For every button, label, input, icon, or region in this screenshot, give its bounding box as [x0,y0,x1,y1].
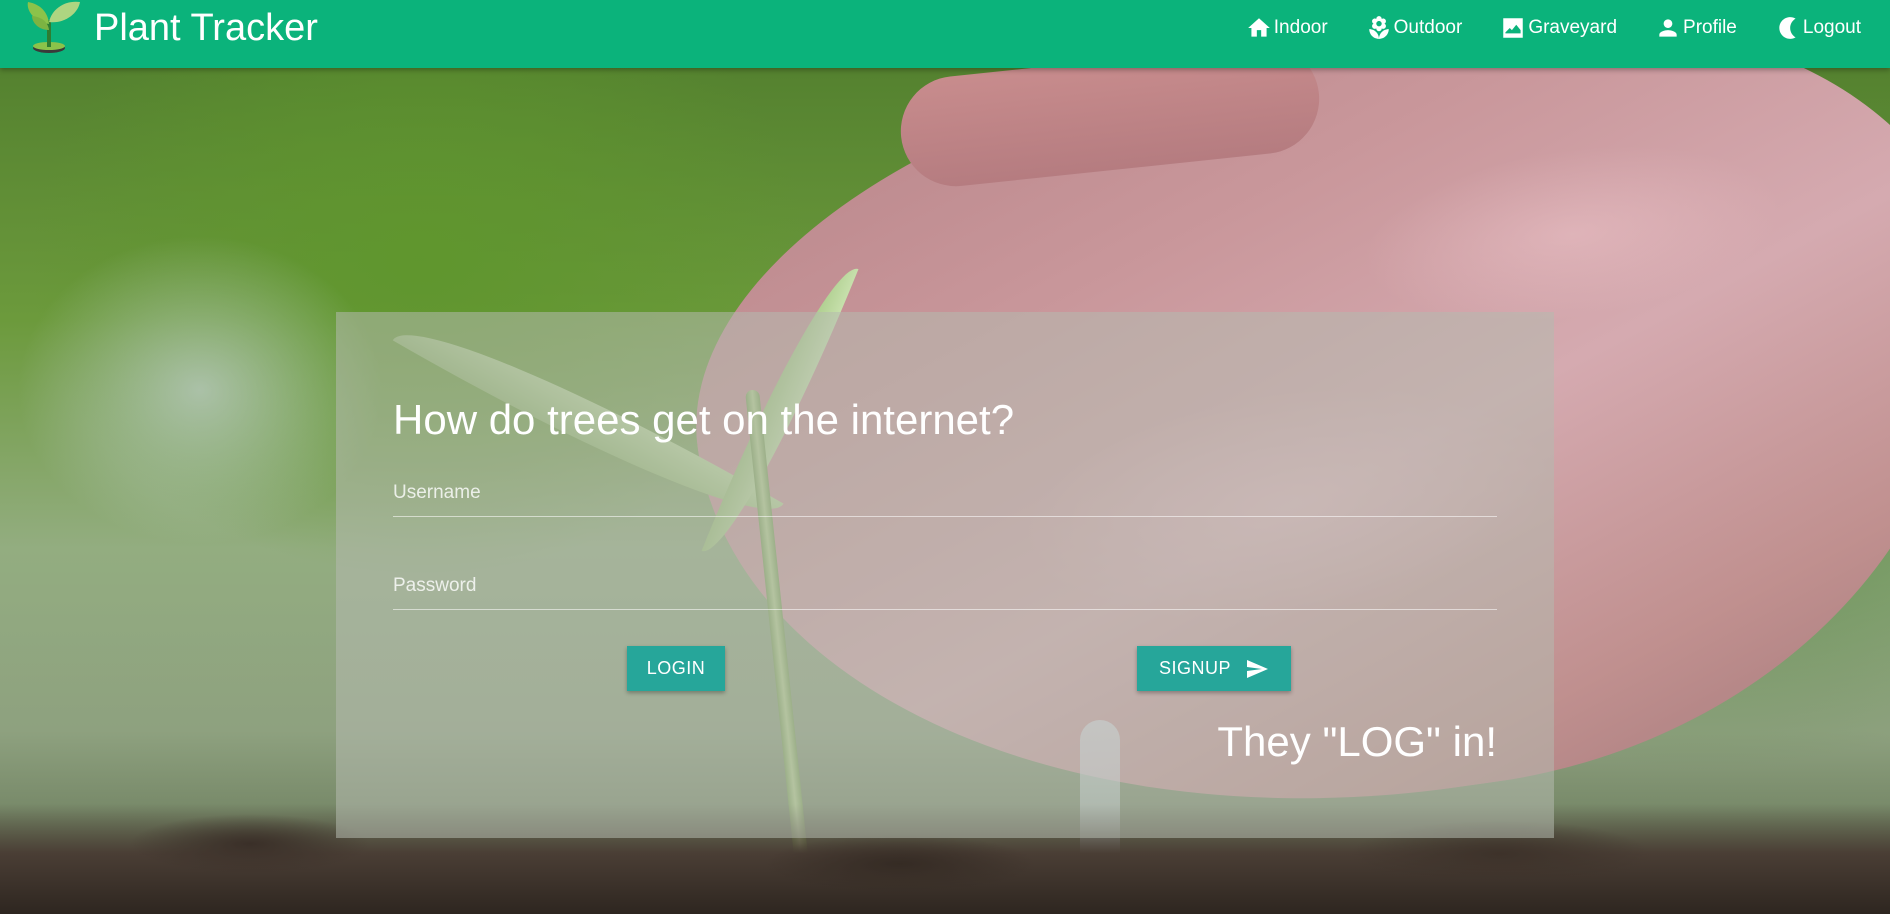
nav-item-label: Graveyard [1528,17,1618,38]
login-card: How do trees get on the internet? LOGIN … [336,312,1554,838]
navbar: Plant Tracker Indoor Outdoor Graveyard P… [0,0,1890,68]
joke-answer: They "LOG" in! [1217,718,1497,765]
person-icon [1659,19,1677,37]
nav-item-profile[interactable]: Profile [1636,0,1756,56]
signup-button[interactable]: SIGNUP [1137,646,1291,691]
brand-link[interactable]: Plant Tracker [22,0,318,56]
nav-item-label: Logout [1802,17,1861,38]
nav-links: Indoor Outdoor Graveyard Profile Logout [1227,0,1880,56]
flower-icon [1368,16,1389,39]
seedling-pot-icon [27,1,80,53]
brand-title: Plant Tracker [94,7,318,49]
nav-item-label: Outdoor [1393,17,1463,38]
nav-item-label: Profile [1683,17,1737,38]
password-input[interactable] [393,563,1497,610]
signup-button-label: SIGNUP [1158,658,1231,678]
moon-icon [1779,17,1796,39]
nav-item-outdoor[interactable]: Outdoor [1347,0,1482,56]
send-icon [1247,659,1268,678]
nav-item-logout[interactable]: Logout [1756,0,1880,56]
home-icon [1247,18,1270,37]
login-button[interactable]: LOGIN [627,646,725,691]
nav-item-graveyard[interactable]: Graveyard [1481,0,1636,56]
username-input[interactable] [393,470,1497,517]
login-button-label: LOGIN [646,658,706,678]
landscape-icon [1503,18,1524,38]
nav-item-label: Indoor [1273,17,1328,38]
joke-question: How do trees get on the internet? [393,396,1015,443]
nav-item-indoor[interactable]: Indoor [1227,0,1347,56]
